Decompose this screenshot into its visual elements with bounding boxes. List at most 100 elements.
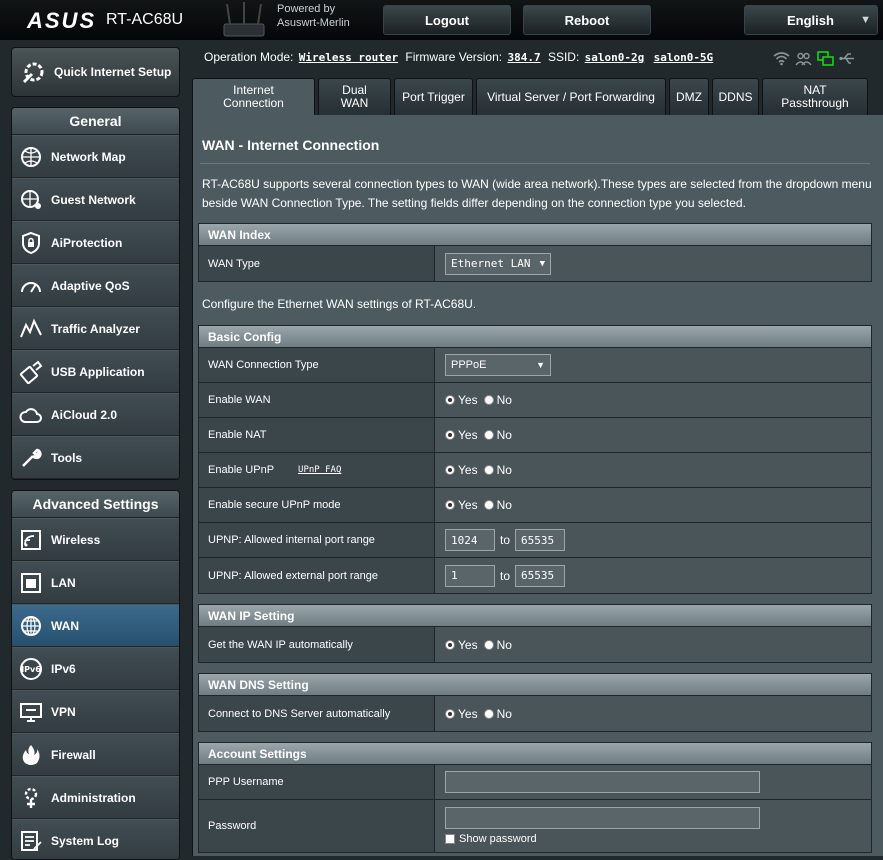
section-title: Basic Config (199, 326, 871, 348)
password-input[interactable] (445, 807, 760, 829)
wan-ip-auto-yes-radio[interactable]: Yes (445, 638, 478, 652)
menu-item-firewall[interactable]: Firewall (12, 733, 179, 776)
tools-icon (22, 448, 42, 467)
menu-item-network-map[interactable]: Network Map (12, 135, 179, 178)
menu-item-tools[interactable]: Tools (12, 436, 179, 479)
enable-nat-no-radio[interactable]: No (483, 428, 512, 442)
menu-advanced-title: Advanced Settings (12, 491, 179, 518)
enable-upnp-no-radio[interactable]: No (483, 463, 512, 477)
usb-application-icon (19, 360, 43, 384)
network-map-icon (21, 146, 41, 167)
ssid-2g-link[interactable]: salon0-2g (585, 51, 645, 64)
row-secure-upnp: Enable secure UPnP mode Yes No (199, 488, 871, 523)
ssid-5g-link[interactable]: salon0-5G (654, 51, 714, 64)
section-basic-config: Basic Config WAN Connection Type PPPoE ▼… (198, 325, 872, 594)
section-wan-dns: WAN DNS Setting Connect to DNS Server au… (198, 673, 872, 732)
tab-port-trigger[interactable]: Port Trigger (394, 78, 473, 115)
row-enable-nat: Enable NAT Yes No (199, 418, 871, 453)
menu-item-administration[interactable]: Administration (12, 776, 179, 819)
wifi-icon[interactable] (773, 51, 790, 66)
internal-port-from-input[interactable]: 1024 (445, 529, 495, 551)
chevron-down-icon: ▼ (860, 14, 871, 26)
row-wan-type: WAN Type Ethernet LAN ▼ (199, 246, 871, 281)
menu-item-guest-network[interactable]: Guest Network (12, 178, 179, 221)
internal-port-to-input[interactable]: 65535 (515, 529, 566, 551)
firewall-icon (22, 744, 40, 765)
row-internal-port-range: UPNP: Allowed internal port range 1024 t… (199, 523, 871, 558)
tab-ddns[interactable]: DDNS (712, 78, 759, 115)
tab-dmz[interactable]: DMZ (669, 78, 709, 115)
router-image-icon (223, 2, 265, 37)
menu-advanced: Advanced Settings Wireless LAN WAN IPv6 … (11, 490, 180, 860)
show-password-checkbox[interactable]: Show password (445, 833, 537, 845)
enable-nat-yes-radio[interactable]: Yes (445, 428, 478, 442)
status-bar: Operation Mode: Wireless router Firmware… (204, 50, 714, 64)
menu-item-vpn[interactable]: VPN (12, 690, 179, 733)
operation-mode-link[interactable]: Wireless router (299, 51, 398, 64)
wan-type-select[interactable]: Ethernet LAN ▼ (445, 252, 551, 275)
menu-item-aiprotection[interactable]: AiProtection (12, 221, 179, 264)
vpn-icon (20, 702, 42, 722)
row-wan-ip-auto: Get the WAN IP automatically Yes No (199, 627, 871, 662)
row-password: Password Show password (199, 800, 871, 852)
dns-auto-yes-radio[interactable]: Yes (445, 707, 478, 721)
users-icon[interactable] (795, 51, 812, 66)
menu-item-usb-application[interactable]: USB Application (12, 350, 179, 393)
menu-general: General Network Map Guest Network AiProt… (11, 107, 180, 480)
menu-item-lan[interactable]: LAN (12, 561, 179, 604)
lan-icon (21, 572, 41, 593)
main-content: WAN - Internet Connection RT-AC68U suppo… (192, 115, 883, 856)
enable-wan-no-radio[interactable]: No (483, 393, 512, 407)
language-select[interactable]: English ▼ (744, 5, 878, 35)
wan-icon (21, 615, 41, 636)
menu-item-aicloud[interactable]: AiCloud 2.0 (12, 393, 179, 436)
menu-item-adaptive-qos[interactable]: Adaptive QoS (12, 264, 179, 307)
menu-item-ipv6[interactable]: IPv6 IPv6 (12, 647, 179, 690)
secure-upnp-no-radio[interactable]: No (483, 498, 512, 512)
firmware-version-link[interactable]: 384.7 (507, 51, 540, 64)
reboot-button[interactable]: Reboot (523, 5, 651, 35)
row-external-port-range: UPNP: Allowed external port range 1 to 6… (199, 558, 871, 593)
upnp-faq-link[interactable]: UPnP FAQ (298, 465, 341, 475)
section-wan-index: WAN Index WAN Type Ethernet LAN ▼ (198, 223, 872, 282)
aiprotection-icon (22, 231, 40, 254)
logout-button[interactable]: Logout (383, 5, 511, 35)
quick-internet-setup-button[interactable]: Quick Internet Setup (11, 47, 180, 97)
tab-nat-passthrough[interactable]: NAT Passthrough (762, 78, 868, 115)
svg-text:IPv6: IPv6 (21, 665, 41, 674)
aicloud-icon (19, 407, 42, 423)
menu-item-wan[interactable]: WAN (12, 604, 179, 647)
enable-wan-yes-radio[interactable]: Yes (445, 393, 478, 407)
router-model: RT-AC68U (106, 11, 184, 28)
wan-connection-type-select[interactable]: PPPoE ▼ (445, 354, 551, 376)
page-description: RT-AC68U supports several connection typ… (202, 177, 872, 210)
external-port-from-input[interactable]: 1 (445, 564, 495, 587)
dns-auto-no-radio[interactable]: No (483, 707, 512, 721)
menu-item-wireless[interactable]: Wireless (12, 518, 179, 561)
top-header: ASUS RT-AC68U Powered by Asuswrt-Merlin … (0, 0, 883, 40)
section-account: Account Settings PPP Username Password S… (198, 742, 872, 853)
row-enable-upnp: Enable UPnP UPnP FAQ Yes No (199, 453, 871, 488)
tab-virtual-server[interactable]: Virtual Server / Port Forwarding (476, 78, 666, 115)
enable-upnp-yes-radio[interactable]: Yes (445, 463, 478, 477)
quick-setup-icon (22, 62, 44, 84)
section-title: WAN IP Setting (199, 605, 871, 627)
wan-ip-auto-no-radio[interactable]: No (483, 638, 512, 652)
external-port-to-input[interactable]: 65535 (515, 564, 566, 587)
usb-icon[interactable] (839, 51, 856, 66)
section-wan-ip: WAN IP Setting Get the WAN IP automatica… (198, 604, 872, 663)
tab-bar: Internet Connection Dual WAN Port Trigger … (192, 78, 868, 115)
secure-upnp-yes-radio[interactable]: Yes (445, 498, 478, 512)
menu-item-system-log[interactable]: System Log (12, 819, 179, 859)
tab-internet-connection[interactable]: Internet Connection (192, 78, 315, 115)
tab-dual-wan[interactable]: Dual WAN (318, 78, 391, 115)
menu-general-title: General (12, 108, 179, 135)
network-icon[interactable] (817, 51, 834, 66)
chevron-down-icon: ▼ (539, 258, 545, 269)
section-title: WAN DNS Setting (199, 674, 871, 696)
wireless-icon (21, 529, 41, 550)
menu-item-traffic-analyzer[interactable]: Traffic Analyzer (12, 307, 179, 350)
section-title: Account Settings (199, 743, 871, 765)
system-log-icon (21, 830, 42, 851)
ppp-username-input[interactable] (445, 771, 760, 793)
